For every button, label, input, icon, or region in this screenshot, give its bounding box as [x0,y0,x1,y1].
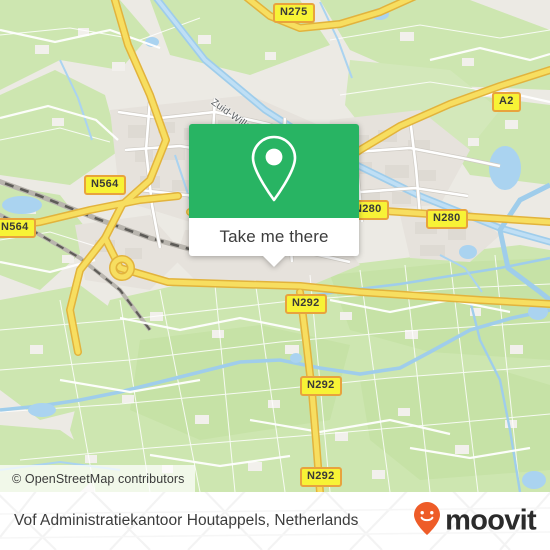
moovit-brand-logo[interactable]: moovit [412,501,537,542]
map-pin-icon [246,132,302,211]
road-shield-n564-edge: N564 [0,218,36,238]
road-shield-n275: N275 [273,3,315,23]
callout-icon-panel [189,124,359,218]
moovit-location-card: N275 A2 N564 N564 N280 N280 N292 N292 N2… [0,0,550,550]
attribution-text: © OpenStreetMap contributors [12,471,185,486]
location-caption: Vof Administratiekantoor Houtappels, Net… [14,512,359,529]
footer-bar: Vof Administratiekantoor Houtappels, Net… [0,492,550,550]
road-shield-a2: A2 [492,92,521,112]
road-shield-n280: N280 [426,209,468,229]
moovit-pin-smiley-icon [412,501,442,542]
map-attribution[interactable]: © OpenStreetMap contributors [0,465,195,492]
callout-pointer [263,256,285,267]
callout-label: Take me there [219,227,329,246]
road-shield-n564: N564 [84,175,126,195]
callout-action-panel[interactable]: Take me there [189,218,359,267]
road-shield-n292-lower: N292 [300,467,342,487]
moovit-wordmark: moovit [445,504,537,537]
take-me-there-callout[interactable]: Take me there [189,124,359,267]
road-shield-n292-upper: N292 [285,294,327,314]
road-shield-n292-middle: N292 [300,376,342,396]
map-canvas[interactable]: N275 A2 N564 N564 N280 N280 N292 N292 N2… [0,0,550,492]
